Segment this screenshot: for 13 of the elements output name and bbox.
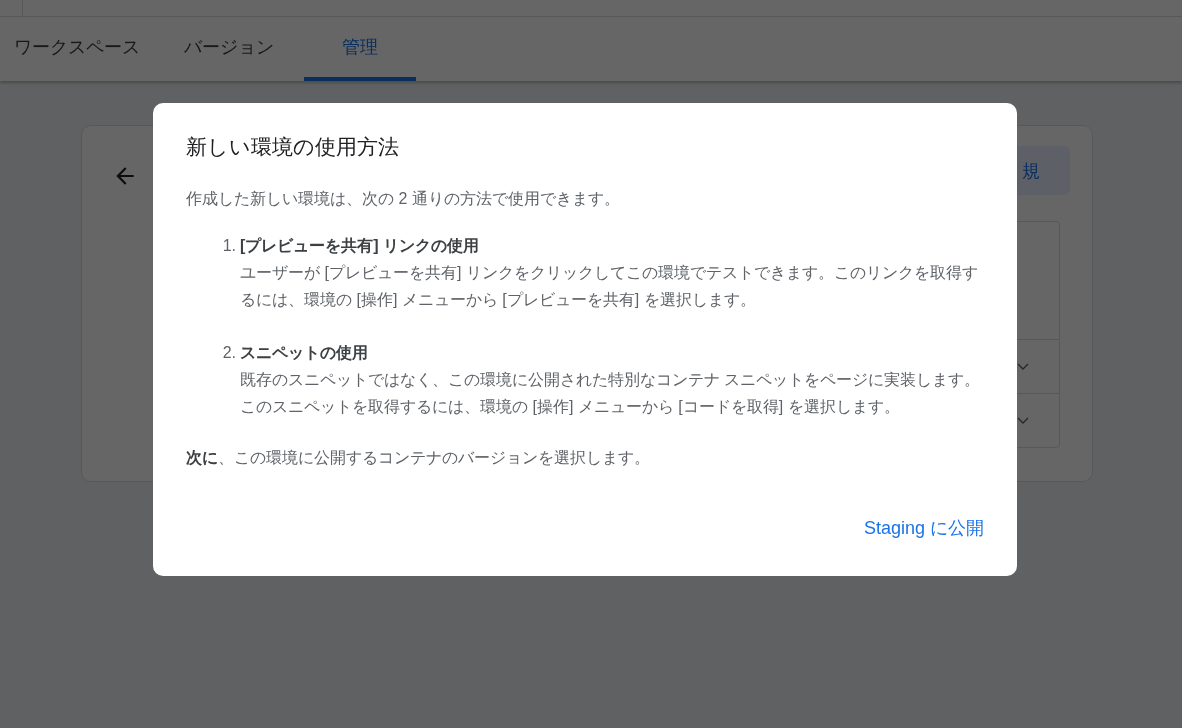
step-title: [プレビューを共有] リンクの使用 xyxy=(240,236,481,256)
step-title: スニペットの使用 xyxy=(240,343,369,363)
intro-text: 作成した新しい環境は、次の 2 通りの方法で使用できます。 xyxy=(186,189,621,209)
tab[interactable]: 管理 xyxy=(304,17,416,81)
step-number: 1. xyxy=(221,236,236,256)
step-description: ユーザーが [プレビューを共有] リンクをクリックしてこの環境でテストできます。このリンクを取得するには、環境の [操作] メニューから [プレビューを共有] を選択します。 xyxy=(240,263,979,310)
step-description: 既存のスニペットではなく、この環境に公開された特別なコンテナ スニペットをページに実装します。このスニペットを取得するには、環境の [操作] メニューから [コードを取得] を選択します。 xyxy=(240,370,982,417)
dialog-title: 新しい環境の使用方法 xyxy=(186,134,400,160)
tab[interactable]: バージョン xyxy=(170,17,288,81)
step-number: 2. xyxy=(221,343,236,363)
tab[interactable]: ワークスペース xyxy=(0,17,154,81)
next-step-text: 次に、この環境に公開するコンテナのバージョンを選択します。 xyxy=(186,448,651,468)
publish-button[interactable]: Staging に公開 xyxy=(853,508,994,548)
